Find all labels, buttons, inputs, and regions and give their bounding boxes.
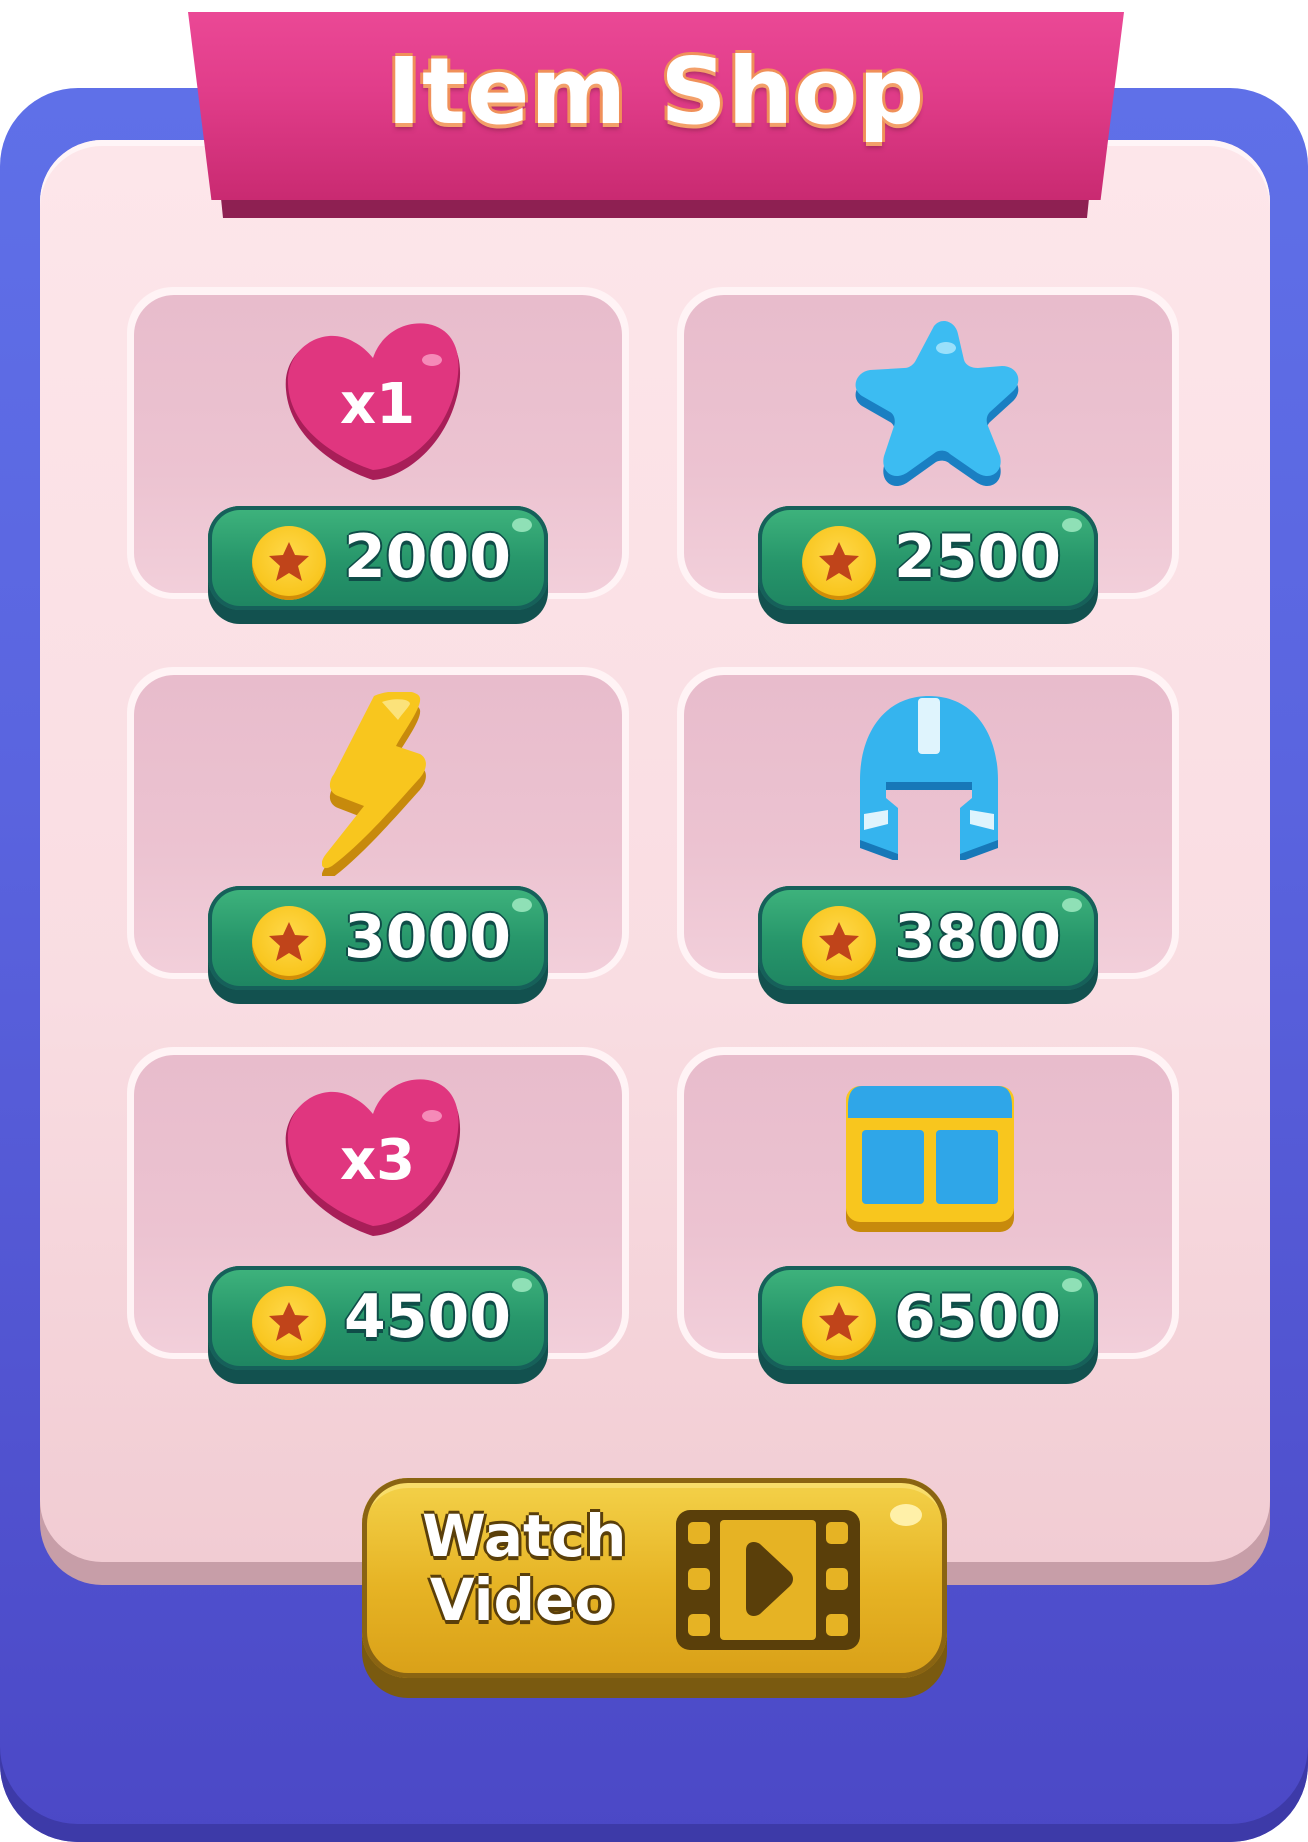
price-button-3800[interactable]: 3800 — [758, 886, 1098, 1004]
heart-count-badge: x3 — [340, 1128, 416, 1193]
star-coin-icon — [802, 1286, 876, 1360]
star-coin-icon — [802, 526, 876, 600]
heart-count-badge: x1 — [340, 372, 416, 437]
price-button-4500[interactable]: 4500 — [208, 1266, 548, 1384]
button-gloss — [1062, 1278, 1082, 1292]
price-button-2500[interactable]: 2500 — [758, 506, 1098, 624]
helmet-icon — [856, 694, 1002, 864]
button-gloss — [890, 1504, 922, 1526]
price-label: 3000 — [344, 902, 511, 972]
star-coin-icon — [252, 906, 326, 980]
film-play-icon — [674, 1508, 862, 1656]
price-label: 3800 — [894, 902, 1061, 972]
page-title: Item Shop — [386, 38, 926, 145]
button-gloss — [1062, 518, 1082, 532]
lightning-icon — [321, 691, 432, 881]
watch-video-button[interactable]: Watch Video — [362, 1478, 947, 1678]
star-coin-icon — [252, 526, 326, 600]
treasure-chest-icon — [844, 1084, 1016, 1238]
price-button-2000[interactable]: 2000 — [208, 506, 548, 624]
price-label: 2000 — [344, 522, 511, 592]
button-gloss — [512, 1278, 532, 1292]
watch-video-label: Watch Video — [422, 1502, 627, 1634]
star-coin-icon — [252, 1286, 326, 1360]
price-label: 4500 — [344, 1282, 511, 1352]
button-gloss — [1062, 898, 1082, 912]
button-gloss — [512, 898, 532, 912]
star-icon — [852, 320, 1022, 496]
watch-video-line1: Watch — [422, 1502, 627, 1570]
star-coin-icon — [802, 906, 876, 980]
price-label: 2500 — [894, 522, 1061, 592]
price-button-3000[interactable]: 3000 — [208, 886, 548, 1004]
button-gloss — [512, 518, 532, 532]
price-label: 6500 — [894, 1282, 1061, 1352]
price-button-6500[interactable]: 6500 — [758, 1266, 1098, 1384]
watch-video-line2: Video — [429, 1566, 615, 1634]
